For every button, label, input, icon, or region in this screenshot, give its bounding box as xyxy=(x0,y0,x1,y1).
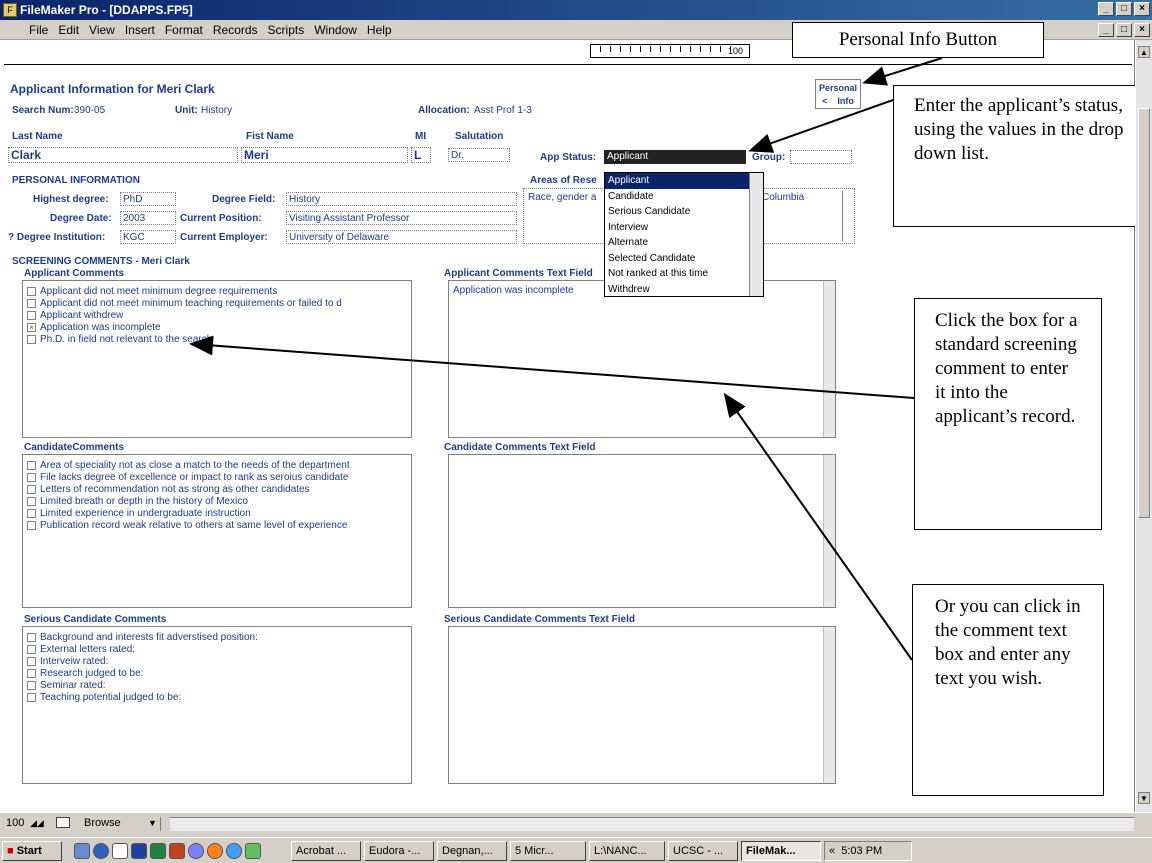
taskbar: ■ Start Acrobat ... Eudora -... Degnan,.… xyxy=(0,837,1152,863)
task-ucsc[interactable]: UCSC - ... xyxy=(668,840,738,861)
excel-icon[interactable] xyxy=(150,842,166,859)
start-label: Start xyxy=(16,844,42,857)
clock: 5:03 PM xyxy=(841,844,883,857)
quicklaunch-icon[interactable] xyxy=(74,842,90,859)
system-tray: « 5:03 PM xyxy=(824,840,912,861)
callout-arrows xyxy=(189,57,943,661)
ie-icon[interactable] xyxy=(93,842,109,859)
powerpoint-icon[interactable] xyxy=(169,842,185,859)
task-acrobat[interactable]: Acrobat ... xyxy=(291,840,361,861)
statusbar-divider xyxy=(160,817,161,831)
itunes-icon[interactable] xyxy=(245,842,261,859)
tray-expand-icon[interactable]: « xyxy=(829,845,835,857)
word-icon[interactable] xyxy=(131,842,147,859)
task-eudora[interactable]: Eudora -... xyxy=(364,840,434,861)
arrow-personal-info xyxy=(862,57,943,86)
task-degnan[interactable]: Degnan,... xyxy=(437,840,507,861)
horizontal-scrollbar[interactable] xyxy=(170,817,1134,831)
scroll-down-icon[interactable]: ▼ xyxy=(1138,792,1150,804)
media-icon[interactable] xyxy=(188,842,204,859)
arrow-status xyxy=(748,99,894,153)
status-bar: 100 ◢◢ Browse ▼ xyxy=(0,812,1152,834)
status-toggle-icon[interactable] xyxy=(56,817,70,828)
windows-flag-icon: ■ xyxy=(7,844,14,857)
task-filemaker[interactable]: FileMak... xyxy=(741,840,821,861)
scroll-thumb[interactable] xyxy=(1138,108,1150,518)
arrow-click-box xyxy=(189,335,915,399)
mode-selector[interactable]: Browse xyxy=(84,817,121,829)
task-explorer[interactable]: L:\NANC... xyxy=(589,840,665,861)
browser-icon[interactable] xyxy=(207,842,223,859)
scroll-up-icon[interactable]: ▲ xyxy=(1138,46,1150,58)
mode-dropdown-icon[interactable]: ▼ xyxy=(148,818,157,828)
zoom-level[interactable]: 100 xyxy=(6,817,24,829)
quicktime-icon[interactable] xyxy=(226,842,242,859)
task-microsoft[interactable]: 5 Micr... xyxy=(510,840,586,861)
arrow-text-box xyxy=(723,392,913,661)
main-scrollbar[interactable]: ▲ ▼ xyxy=(1135,40,1152,812)
start-button[interactable]: ■ Start xyxy=(2,840,62,861)
zoom-icon[interactable]: ◢◢ xyxy=(30,818,44,829)
outlook-icon[interactable] xyxy=(112,842,128,859)
